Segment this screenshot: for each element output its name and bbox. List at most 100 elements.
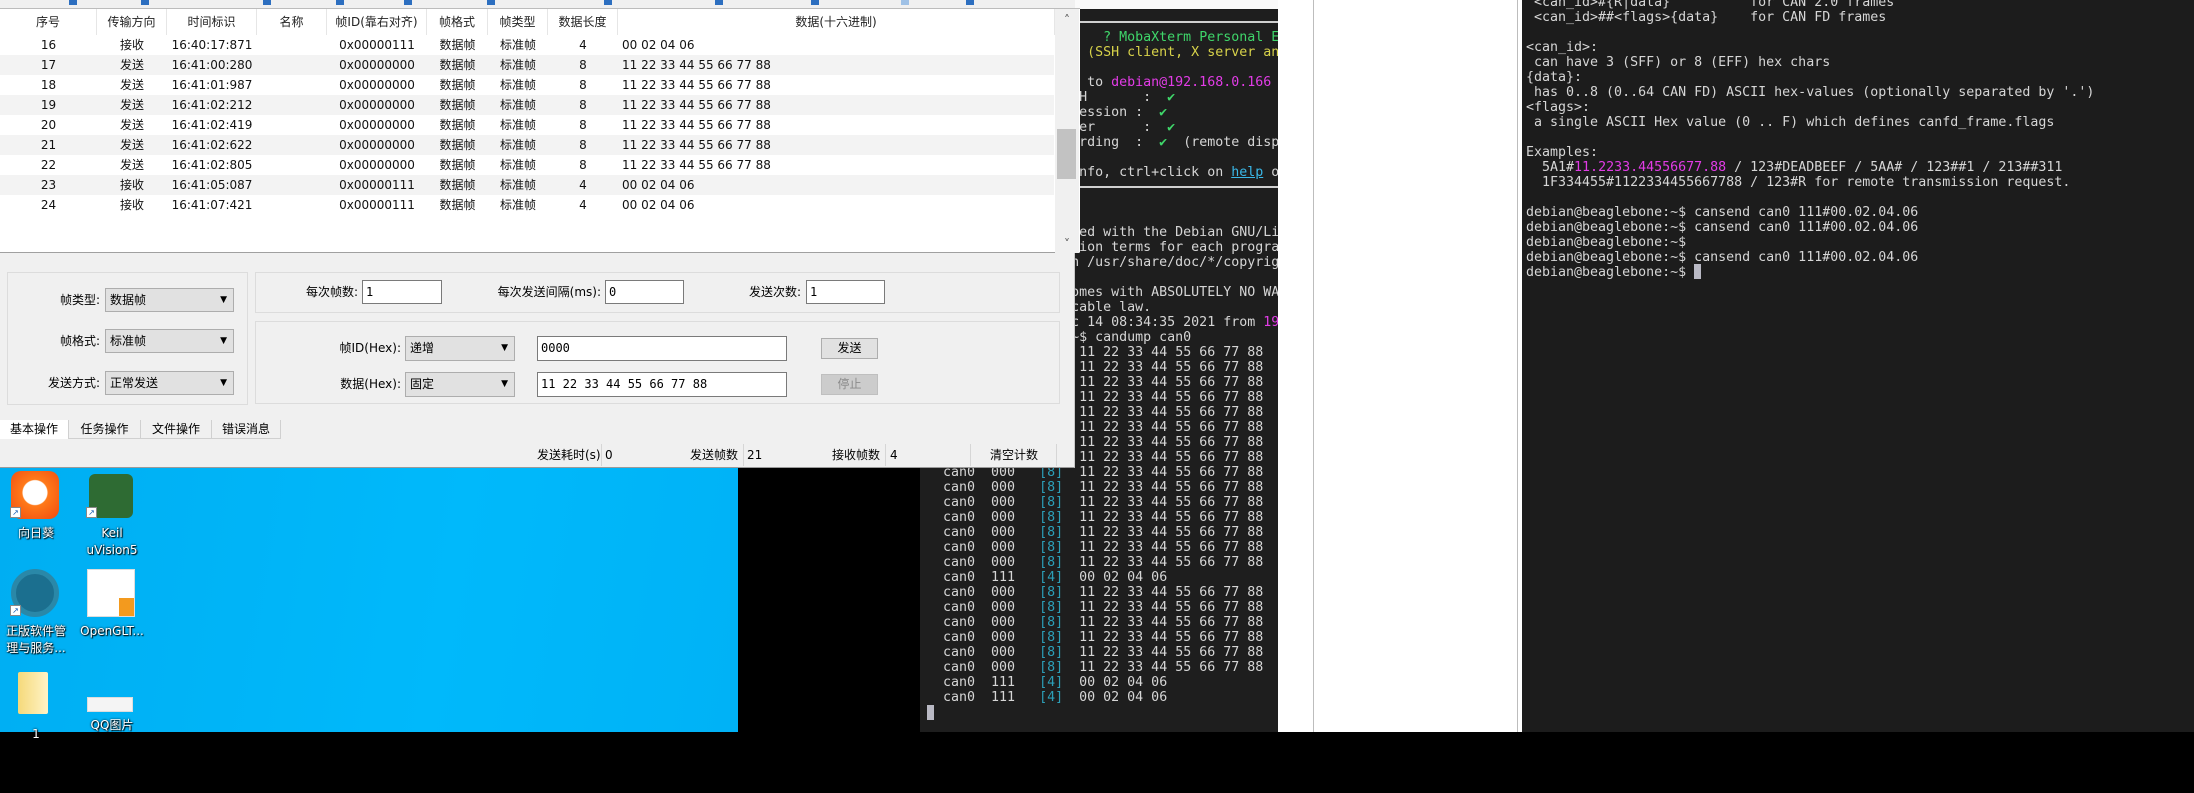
frame-type-label: 帧类型: — [59, 293, 100, 307]
toolbar-icon[interactable] — [69, 0, 77, 5]
terminal-text: {data}: — [1526, 69, 1583, 85]
send-time-label: 发送耗时(s) — [537, 448, 601, 462]
table-row[interactable]: 24 接收 16:41:07:421 0x00000111 数据帧 标准帧 4 00 02 0… — [0, 195, 1054, 215]
cell-frame-format: 数据帧 — [439, 198, 476, 212]
toolbar-icon[interactable] — [715, 0, 723, 5]
send-count-input[interactable]: 1 — [806, 280, 885, 304]
table-row[interactable]: 20 发送 16:41:02:419 0x00000000 数据帧 标准帧 8 11 22 3… — [0, 115, 1054, 135]
column-header-frame-id[interactable]: 帧ID(靠右对齐) — [327, 9, 427, 35]
toolbar-icon[interactable] — [811, 0, 819, 5]
cansend-terminal[interactable]: <can_id>#{R|data} for CAN 2.0 frames <ca… — [1522, 0, 2194, 732]
blank-panel — [1278, 0, 1522, 732]
data-input[interactable]: 11 22 33 44 55 66 77 88 — [537, 372, 787, 397]
toolbar-icon[interactable] — [487, 0, 495, 5]
toolbar-icon[interactable] — [901, 0, 909, 5]
desktop-icon[interactable]: 1 — [0, 672, 72, 768]
terminal-text: debian@beaglebone:~$ — [1526, 234, 1687, 250]
toolbar-icon[interactable] — [966, 0, 974, 5]
frame-iface: can0 — [927, 645, 992, 660]
column-header-frame-type[interactable]: 帧类型 — [488, 9, 548, 35]
frame-data: 11 22 33 44 55 66 77 88 — [1063, 375, 1264, 390]
help-link[interactable]: help — [1231, 165, 1263, 180]
send-count-label: 发送次数: — [748, 285, 801, 299]
tab-file-operation[interactable]: 文件操作 — [141, 420, 212, 439]
frame-format-select[interactable]: 标准帧 ▼ — [105, 329, 234, 353]
table-row[interactable]: 21 发送 16:41:02:622 0x00000000 数据帧 标准帧 8 11 22 3… — [0, 135, 1054, 155]
cell-frame-id: 0x00000111 — [339, 38, 415, 52]
table-row[interactable]: 17 发送 16:41:00:280 0x00000000 数据帧 标准帧 8 11 22 3… — [0, 55, 1054, 75]
cell-data-hex: 00 02 04 06 — [622, 178, 695, 192]
frame-id: 000 — [991, 555, 1040, 570]
scroll-down-button[interactable]: ˅ — [1055, 237, 1079, 251]
column-header-timestamp[interactable]: 时间标识 — [167, 9, 257, 35]
table-row[interactable]: 22 发送 16:41:02:805 0x00000000 数据帧 标准帧 8 11 22 3… — [0, 155, 1054, 175]
column-header-name[interactable]: 名称 — [257, 9, 327, 35]
frame-dlc: [8] — [1039, 510, 1064, 525]
terminal-text: <can_id>##<flags>{data} for CAN FD frame… — [1526, 9, 1887, 25]
send-button[interactable]: 发送 — [821, 338, 878, 359]
tab-task-operation[interactable]: 任务操作 — [69, 420, 141, 439]
column-header-data-length[interactable]: 数据长度 — [548, 9, 618, 35]
status-divider — [743, 444, 744, 466]
table-row[interactable]: 23 接收 16:41:05:087 0x00000111 数据帧 标准帧 4 00 02 0… — [0, 175, 1054, 195]
frame-iface: can0 — [927, 525, 992, 540]
cell-data-hex: 11 22 33 44 55 66 77 88 — [622, 98, 771, 112]
cell-frame-id: 0x00000000 — [339, 138, 415, 152]
candump-frame-line: can0 000 [8] 11 22 33 44 55 66 77 88 — [927, 600, 1278, 615]
desktop-icon[interactable]: QQ图片 — [76, 697, 148, 793]
terminal-line: Examples: — [1526, 145, 2094, 160]
cell-direction: 接收 — [119, 178, 144, 192]
candump-frame-line: can0 000 [8] 11 22 33 44 55 66 77 88 — [927, 510, 1278, 525]
column-header-direction[interactable]: 传输方向 — [97, 9, 167, 35]
table-scrollbar[interactable]: ˄ ˅ — [1055, 9, 1079, 253]
cell-frame-type: 标准帧 — [499, 178, 536, 192]
sent-frames-label: 发送帧数 — [690, 448, 739, 462]
cell-frame-type: 标准帧 — [499, 198, 536, 212]
cell-frame-format: 数据帧 — [439, 138, 476, 152]
desktop-icon-label: 向日葵 — [17, 526, 54, 540]
toolbar-icon[interactable] — [604, 0, 612, 5]
toolbar-icon[interactable] — [141, 0, 149, 5]
frame-data: 11 22 33 44 55 66 77 88 — [1063, 600, 1264, 615]
cell-data-hex: 11 22 33 44 55 66 77 88 — [622, 138, 771, 152]
toolbar-icon[interactable] — [263, 0, 271, 5]
frame-id-mode-select[interactable]: 递增 ▼ — [405, 336, 515, 361]
terminal-text: 19 — [1263, 315, 1278, 330]
cell-direction: 发送 — [119, 78, 144, 92]
tab-basic-operation[interactable]: 基本操作 — [0, 420, 69, 439]
stop-button[interactable]: 停止 — [821, 374, 878, 395]
frame-id-input[interactable]: 0000 — [537, 336, 787, 361]
desktop-icon[interactable]: ↗ 正版软件管 理与服务... — [0, 569, 72, 665]
send-mode-label: 发送方式: — [47, 376, 100, 390]
toolbar-icon[interactable] — [404, 0, 412, 5]
table-row[interactable]: 16 接收 16:40:17:871 0x00000111 数据帧 标准帧 4 00 02 0… — [0, 35, 1054, 55]
column-header-frame-format[interactable]: 帧格式 — [427, 9, 488, 35]
cell-name — [257, 95, 327, 115]
clear-count-button[interactable]: 清空计数 — [972, 442, 1056, 468]
terminal-text: (remote disp — [1167, 135, 1278, 150]
scroll-thumb[interactable] — [1057, 129, 1076, 179]
table-row[interactable]: 18 发送 16:41:01:987 0x00000000 数据帧 标准帧 8 11 22 3… — [0, 75, 1054, 95]
recv-frames-value: 4 — [890, 448, 898, 462]
toolbar-icon[interactable] — [336, 0, 344, 5]
desktop-icon[interactable]: ↗ 向日葵 — [0, 471, 72, 567]
frame-type-select[interactable]: 数据帧 ▼ — [105, 288, 234, 312]
frame-dlc: [4] — [1039, 675, 1064, 690]
desktop-icon-label: uVision5 — [86, 543, 138, 557]
desktop-icon[interactable]: ↗ Keil uVision5 — [76, 471, 148, 567]
interval-input[interactable]: 0 — [605, 280, 684, 304]
tab-error-messages[interactable]: 错误消息 — [212, 420, 281, 439]
terminal-line: debian@beaglebone:~$ cansend can0 111#00… — [1526, 205, 2094, 220]
frames-per-send-input[interactable]: 1 — [362, 280, 442, 304]
column-header-data-hex[interactable]: 数据(十六进制) — [618, 9, 1055, 35]
cell-frame-format: 数据帧 — [439, 78, 476, 92]
cell-seq: 19 — [40, 98, 57, 112]
table-row[interactable]: 19 发送 16:41:02:212 0x00000000 数据帧 标准帧 8 11 22 3… — [0, 95, 1054, 115]
send-mode-select[interactable]: 正常发送 ▼ — [105, 371, 234, 395]
desktop-icon[interactable]: OpenGLT... — [76, 569, 148, 665]
scroll-up-button[interactable]: ˄ — [1055, 13, 1079, 27]
frame-iface: can0 — [927, 555, 992, 570]
data-mode-select[interactable]: 固定 ▼ — [405, 372, 515, 397]
column-header-seq[interactable]: 序号 — [0, 9, 97, 35]
frame-dlc: [8] — [1039, 630, 1064, 645]
